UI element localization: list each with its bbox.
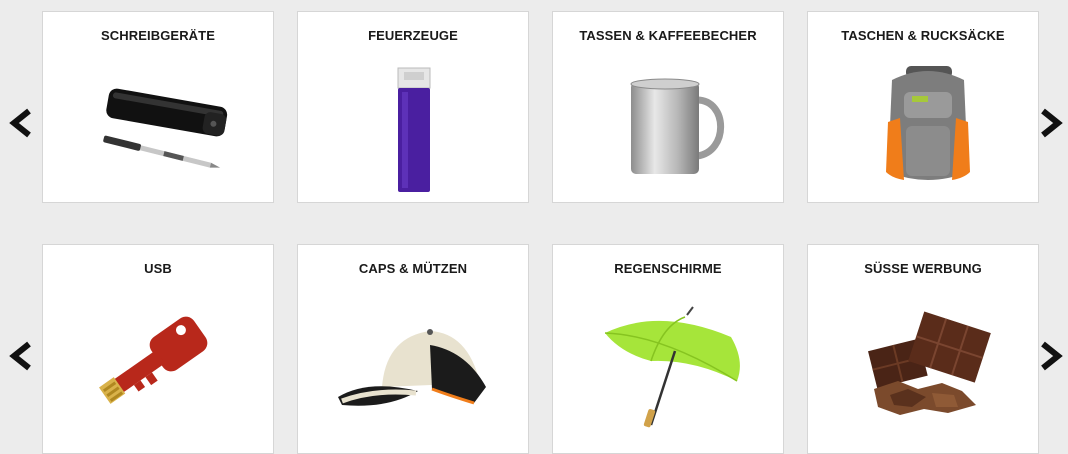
category-card-tassen[interactable]: TASSEN & KAFFEEBECHER [552, 11, 784, 203]
category-title: TASCHEN & RUCKSÄCKE [841, 28, 1005, 43]
next-arrow-row-1[interactable] [1034, 103, 1068, 143]
category-title: SCHREIBGERÄTE [101, 28, 215, 43]
category-card-feuerzeuge[interactable]: FEUERZEUGE [297, 11, 529, 203]
category-title: CAPS & MÜTZEN [358, 261, 468, 276]
category-title: REGENSCHIRME [614, 261, 722, 276]
cap-icon [338, 329, 486, 406]
backpack-icon [886, 66, 970, 180]
chevron-left-icon [9, 108, 31, 138]
pen-case-icon [103, 88, 228, 168]
next-arrow-row-2[interactable] [1034, 336, 1068, 376]
category-title: SÜSSE WERBUNG [864, 261, 982, 276]
umbrella-icon [604, 306, 740, 428]
carousel-row-1: SCHREIBGERÄTE FEUERZEUGE TASSEN & KAFFEE… [0, 11, 1068, 205]
prev-arrow-row-2[interactable] [4, 336, 38, 376]
category-card-schreibgeraete[interactable]: SCHREIBGERÄTE [42, 11, 274, 203]
usb-key-icon [99, 316, 208, 404]
mug-icon [630, 78, 724, 174]
lighter-icon [397, 67, 431, 192]
chevron-right-icon [1041, 341, 1063, 371]
category-card-regenschirme[interactable]: REGENSCHIRME [552, 244, 784, 454]
category-card-taschen[interactable]: TASCHEN & RUCKSÄCKE [807, 11, 1039, 203]
chevron-right-icon [1041, 108, 1063, 138]
category-card-usb[interactable]: USB [42, 244, 274, 454]
category-title: TASSEN & KAFFEEBECHER [579, 28, 757, 43]
category-title: USB [144, 261, 172, 276]
carousel-row-2: USB CAPS & MÜTZEN REGENSCHIRME SÜSSE WER… [0, 244, 1068, 454]
prev-arrow-row-1[interactable] [4, 103, 38, 143]
category-title: FEUERZEUGE [368, 28, 458, 43]
category-card-suesse-werbung[interactable]: SÜSSE WERBUNG [807, 244, 1039, 454]
category-card-caps[interactable]: CAPS & MÜTZEN [297, 244, 529, 454]
chevron-left-icon [9, 341, 31, 371]
chocolate-icon [868, 311, 991, 415]
